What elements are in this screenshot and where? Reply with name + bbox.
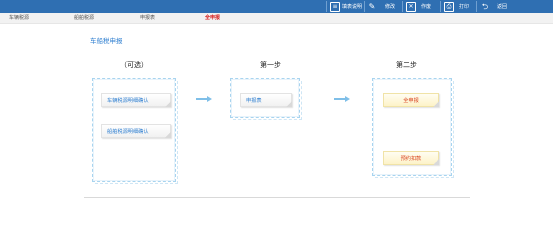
vessel-source-confirm-label: 船舶税源明细确认 bbox=[107, 128, 149, 135]
printer-icon: ⎙ bbox=[444, 1, 454, 12]
scheduled-deduction-button[interactable]: 预约扣款 bbox=[383, 151, 439, 165]
step2-card: 全申报 预约扣款 bbox=[372, 78, 454, 178]
vehicle-source-confirm-button[interactable]: 车辆税源明细确认 bbox=[101, 93, 171, 107]
back-label: 返回 bbox=[497, 4, 508, 10]
back-button[interactable]: ⮌ 返回 bbox=[480, 1, 507, 12]
document-icon: ≡ bbox=[330, 1, 340, 12]
page-title: 车船税申报 bbox=[90, 37, 123, 45]
vehicle-source-confirm-label: 车辆税源明细确认 bbox=[107, 97, 149, 104]
step1-heading: 第一步 bbox=[260, 61, 281, 69]
step2-heading: 第二步 bbox=[396, 61, 417, 69]
pencil-icon: ✎ bbox=[368, 1, 376, 11]
arrow-right-icon bbox=[196, 96, 212, 102]
modify-label: 修改 bbox=[385, 4, 396, 10]
full-declaration-button[interactable]: 全申报 bbox=[383, 93, 439, 107]
full-declaration-label: 全申报 bbox=[403, 97, 419, 104]
nav-tabs: 车辆税源 船舶税源 申报表 全申报 bbox=[0, 13, 553, 24]
toolbar-divider bbox=[364, 1, 365, 12]
print-label: 打印 bbox=[459, 4, 470, 10]
declaration-form-button[interactable]: 申报表 bbox=[240, 93, 292, 107]
toolbar-divider bbox=[326, 1, 327, 12]
arrow-right-icon bbox=[334, 96, 350, 102]
back-arrow-icon: ⮌ bbox=[481, 1, 489, 11]
page-root: ≡ 填表说明 ✎ 修改 ✕ 作废 ⎙ 打印 ⮌ 返回 车辆税源 船舶税源 申报表… bbox=[0, 0, 553, 213]
optional-step-heading: （可选） bbox=[120, 61, 148, 69]
tab-declaration-form[interactable]: 申报表 bbox=[140, 14, 155, 21]
step1-card: 申报表 bbox=[230, 78, 302, 120]
divider bbox=[84, 197, 470, 198]
instructions-button[interactable]: ≡ 填表说明 bbox=[330, 1, 362, 12]
modify-button[interactable]: ✎ 修改 bbox=[367, 1, 395, 12]
top-toolbar: ≡ 填表说明 ✎ 修改 ✕ 作废 ⎙ 打印 ⮌ 返回 bbox=[0, 0, 553, 13]
print-button[interactable]: ⎙ 打印 bbox=[444, 1, 469, 12]
toolbar-divider bbox=[476, 1, 477, 12]
tab-full-declaration[interactable]: 全申报 bbox=[205, 14, 220, 21]
toolbar-divider bbox=[440, 1, 441, 12]
optional-step-card: 车辆税源明细确认 船舶税源明细确认 bbox=[92, 78, 178, 184]
void-button[interactable]: ✕ 作废 bbox=[406, 1, 431, 12]
scheduled-deduction-label: 预约扣款 bbox=[400, 155, 422, 162]
instructions-label: 填表说明 bbox=[342, 4, 363, 10]
declaration-form-label: 申报表 bbox=[246, 97, 262, 104]
vessel-source-confirm-button[interactable]: 船舶税源明细确认 bbox=[101, 124, 171, 138]
tab-vehicle-source[interactable]: 车辆税源 bbox=[9, 14, 29, 21]
toolbar-divider bbox=[402, 1, 403, 12]
void-label: 作废 bbox=[421, 4, 432, 10]
void-icon: ✕ bbox=[406, 1, 416, 12]
tab-vessel-source[interactable]: 船舶税源 bbox=[74, 14, 94, 21]
